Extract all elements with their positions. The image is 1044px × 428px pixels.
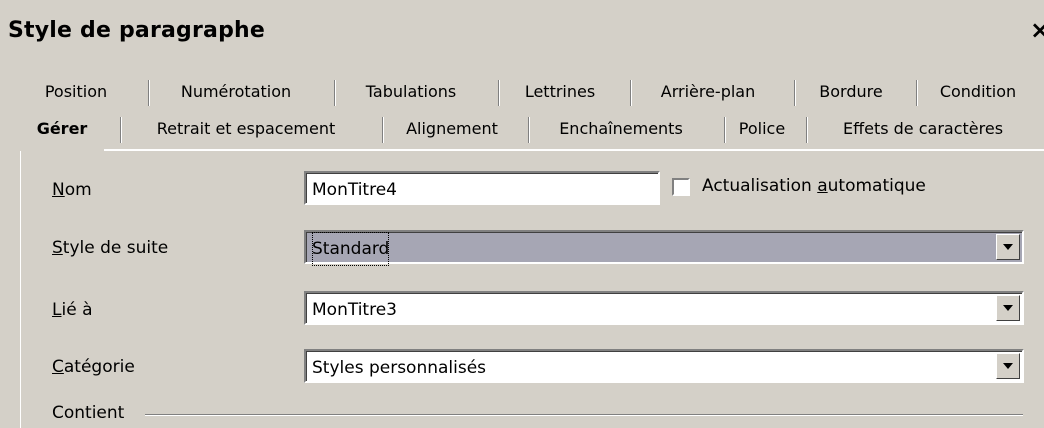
tab-effets-caracteres[interactable]: Effets de caractères	[806, 113, 1038, 145]
auto-update-label: Actualisation automatique	[702, 176, 926, 196]
tab-bordure[interactable]: Bordure	[794, 76, 906, 108]
categorie-label: Catégorie	[52, 357, 135, 377]
tab-arriere-plan[interactable]: Arrière-plan	[630, 76, 784, 108]
tab-enchainements[interactable]: Enchaînements	[528, 113, 712, 145]
active-tab-join	[20, 148, 104, 151]
style-suite-label: Style de suite	[52, 238, 169, 258]
style-suite-value: Standard	[312, 232, 390, 266]
dialog-title: Style de paragraphe	[8, 18, 266, 43]
lie-a-select[interactable]: MonTitre3	[304, 291, 1024, 325]
contient-group-label: Contient	[52, 403, 125, 423]
style-suite-select[interactable]: Standard	[304, 230, 1024, 266]
lie-a-label: Lié à	[52, 300, 93, 320]
categorie-select[interactable]: Styles personnalisés	[304, 349, 1024, 383]
tab-alignement[interactable]: Alignement	[382, 113, 520, 145]
tab-numerotation[interactable]: Numérotation	[148, 76, 322, 108]
auto-update-checkbox[interactable]	[672, 178, 690, 196]
tab-lettrines[interactable]: Lettrines	[498, 76, 620, 108]
tab-condition[interactable]: Condition	[916, 76, 1038, 108]
tab-position[interactable]: Position	[20, 76, 132, 108]
nom-value: MonTitre4	[312, 180, 397, 200]
tab-retrait-espacement[interactable]: Retrait et espacement	[120, 113, 370, 145]
chevron-down-icon[interactable]	[996, 234, 1020, 260]
title-bar: Style de paragraphe ×	[0, 0, 1044, 60]
nom-label: Nom	[52, 180, 92, 200]
lie-a-value: MonTitre3	[312, 300, 397, 320]
contient-group-line	[145, 414, 1023, 415]
tab-gerer[interactable]: Gérer	[20, 113, 104, 145]
categorie-value: Styles personnalisés	[312, 358, 487, 378]
tab-tabulations[interactable]: Tabulations	[334, 76, 486, 108]
nom-input[interactable]: MonTitre4	[304, 171, 660, 205]
tab-police[interactable]: Police	[724, 113, 798, 145]
close-icon[interactable]: ×	[1030, 16, 1044, 44]
chevron-down-icon[interactable]	[996, 353, 1020, 379]
chevron-down-icon[interactable]	[996, 295, 1020, 321]
